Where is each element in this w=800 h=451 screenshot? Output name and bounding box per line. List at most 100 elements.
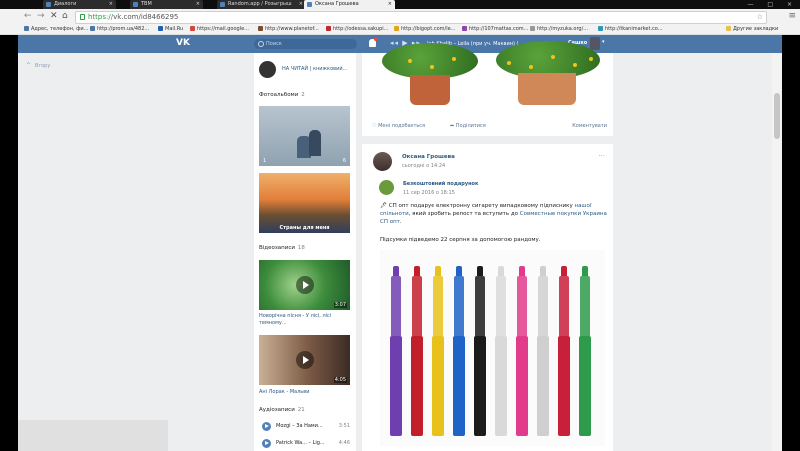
video-title[interactable]: Новорічна пісня - У лісі, лісі темному..…: [259, 313, 351, 327]
close-tab-icon[interactable]: ×: [109, 0, 113, 9]
bookmark-item[interactable]: https://mail.google...: [190, 24, 249, 34]
search-icon: [258, 41, 264, 47]
bookmark-item[interactable]: http://myzuka.org/...: [530, 24, 588, 34]
bookmark-favicon-icon: [24, 26, 29, 31]
album-thumbnail[interactable]: 1 6: [259, 106, 350, 166]
play-icon[interactable]: [296, 276, 314, 294]
tab-label: Оксана Грошева: [315, 1, 359, 7]
ecig-tip: [393, 266, 399, 276]
repost-source: Безкоштовний подарунок 11 сер 2016 о 18:…: [379, 179, 609, 199]
post-text: 🖊 СП опт подарує електронну сигарету вип…: [380, 203, 607, 225]
bookmark-item[interactable]: http://tkanimarket.co...: [598, 24, 663, 34]
close-tab-icon[interactable]: ×: [388, 0, 392, 9]
ecig-pen: [411, 336, 423, 436]
play-icon[interactable]: [296, 351, 314, 369]
vk-favicon-icon: [307, 2, 312, 7]
ecig-tank: [559, 276, 569, 336]
scrollbar-thumb[interactable]: [774, 93, 780, 139]
browser-tab-dialogs[interactable]: Диалоги ×: [43, 0, 116, 9]
play-icon[interactable]: [262, 422, 271, 431]
lemon-fruit: [589, 57, 593, 61]
chevron-down-icon[interactable]: ▾: [602, 39, 605, 45]
other-bookmarks[interactable]: Другие закладки: [726, 24, 778, 34]
bookmark-item[interactable]: http://107mattas.com...: [462, 24, 528, 34]
video-duration: 4:05: [333, 377, 347, 383]
left-gutter-bar: [18, 420, 168, 451]
bookmark-item[interactable]: http://prom.ua/482...: [90, 24, 149, 34]
app-card[interactable]: НА ЧИТАЙ | книжковий...: [259, 61, 354, 79]
comment-button[interactable]: Коментувати: [572, 123, 607, 129]
play-icon[interactable]: [262, 439, 271, 448]
video-title[interactable]: Ані Лорак - Мальви: [259, 389, 351, 396]
user-avatar[interactable]: [590, 37, 600, 50]
gift-group-icon[interactable]: [379, 180, 394, 195]
bookmark-item[interactable]: http://odessa.sakupi...: [326, 24, 388, 34]
albums-header[interactable]: Фотоальбоми 2: [259, 92, 305, 98]
like-button[interactable]: ♡ Мені подобається: [372, 123, 425, 129]
notification-badge: [374, 37, 378, 41]
forward-arrow-icon[interactable]: →: [37, 11, 45, 22]
lock-icon: [80, 14, 85, 20]
back-arrow-icon[interactable]: ←: [24, 11, 32, 22]
album-count: 1: [263, 158, 267, 164]
video-thumbnail[interactable]: 3:07: [259, 260, 350, 310]
bookmark-item[interactable]: Адрес, телефон, фи...: [24, 24, 88, 34]
post-time[interactable]: сьогодні о 14:24: [402, 163, 445, 169]
home-icon[interactable]: ⌂: [62, 11, 68, 22]
app-label[interactable]: НА ЧИТАЙ | книжковий...: [282, 66, 347, 72]
chevron-up-icon: ^: [26, 62, 32, 69]
videos-header[interactable]: Відеозаписи 18: [259, 245, 305, 251]
bookmark-item[interactable]: http://bigopt.com/le...: [394, 24, 455, 34]
lemon-fruit: [408, 59, 412, 63]
ecig-pen: [537, 336, 549, 436]
audio-row[interactable]: Mozgi – За Нами... 3:51: [259, 421, 351, 431]
post-menu-icon[interactable]: ···: [598, 152, 605, 160]
browser-tab-bar: Диалоги × TBM × Random.app / Розыгрыш × …: [0, 0, 800, 9]
video-thumbnail[interactable]: 4:05: [259, 335, 350, 385]
ecig-tip: [519, 266, 525, 276]
bookmark-item[interactable]: Mail.Ru: [158, 24, 183, 34]
bookmark-star-icon[interactable]: ☆: [757, 12, 763, 23]
post-image-ecigarettes[interactable]: [380, 250, 605, 446]
vk-logo[interactable]: VK: [176, 38, 190, 48]
ecig-tank: [496, 276, 506, 336]
scrollbar[interactable]: [772, 53, 782, 451]
post-image-lemon-tree[interactable]: [493, 41, 603, 105]
browser-tab-tbm[interactable]: TBM ×: [130, 0, 203, 9]
vk-favicon-icon: [46, 2, 51, 7]
album-count: 6: [342, 158, 346, 164]
bookmarks-bar: Адрес, телефон, фи... http://prom.ua/482…: [0, 24, 800, 35]
author-avatar[interactable]: [373, 152, 392, 171]
share-button[interactable]: ➦ Поділитися: [450, 123, 486, 129]
menu-icon[interactable]: ≡: [788, 11, 796, 22]
group-name[interactable]: Безкоштовний подарунок: [403, 181, 478, 187]
scroll-up-button[interactable]: ^ Вгору: [26, 62, 50, 69]
audio-title: Mozgi – За Нами...: [276, 423, 323, 429]
vk-search-input[interactable]: Поиск: [254, 39, 357, 49]
repost-date[interactable]: 11 сер 2016 о 18:15: [403, 190, 455, 196]
bookmark-favicon-icon: [258, 26, 263, 31]
stop-icon[interactable]: ✕: [50, 11, 58, 22]
browser-tab-profile[interactable]: Оксана Грошева ×: [304, 0, 395, 9]
post-actions: ♡ Мені подобається ➦ Поділитися Коментув…: [372, 123, 607, 131]
album-thumbnail[interactable]: Страны для меня: [259, 173, 350, 233]
notifications-bell-icon[interactable]: [369, 37, 378, 47]
post-image-lemon-tree[interactable]: [380, 43, 485, 105]
browser-tab-random[interactable]: Random.app / Розыгрыш ×: [217, 0, 306, 9]
audio-title: Patrick Wa... – Lig...: [276, 440, 325, 446]
lemon-fruit: [573, 63, 577, 67]
close-tab-icon[interactable]: ×: [196, 0, 200, 9]
ecig-tank: [391, 276, 401, 336]
bookmark-favicon-icon: [90, 26, 95, 31]
audio-header[interactable]: Аудіозаписи 21: [259, 407, 305, 413]
window-controls[interactable]: — □ ×: [747, 0, 798, 9]
bookmark-item[interactable]: http://www.planetof...: [258, 24, 319, 34]
bookmark-favicon-icon: [598, 26, 603, 31]
address-bar[interactable]: https://vk.com/id8466295 ☆: [75, 11, 767, 24]
ecig-pen: [432, 336, 444, 436]
bookmark-favicon-icon: [190, 26, 195, 31]
post-text-results: Підсумки підведемо 22 серпня за допомого…: [380, 237, 541, 243]
audio-row[interactable]: Patrick Wa... – Lig... 4:46: [259, 438, 351, 448]
post-author[interactable]: Оксана Грошева: [402, 154, 455, 160]
close-tab-icon[interactable]: ×: [299, 0, 303, 9]
